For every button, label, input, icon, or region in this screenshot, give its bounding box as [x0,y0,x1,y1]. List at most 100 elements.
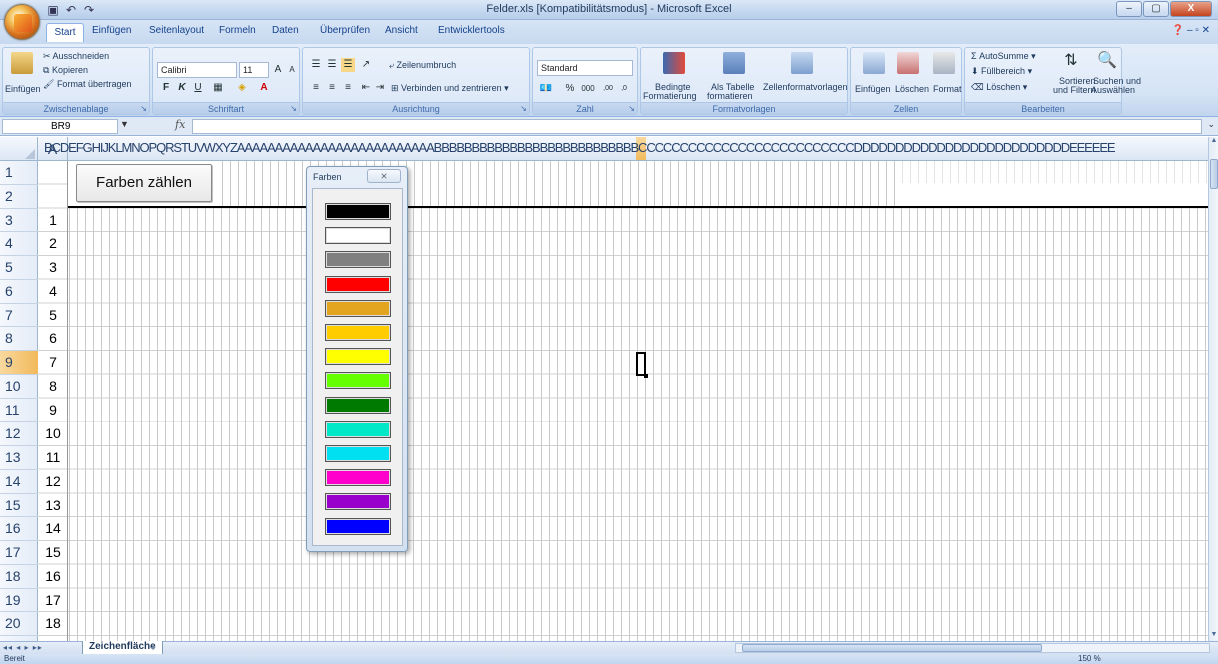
color-swatch-button[interactable] [325,299,391,317]
cell-a18[interactable]: 16 [38,565,68,589]
name-box[interactable]: BR9 [2,119,118,134]
row-header-10[interactable]: 10 [0,375,38,399]
format-painter-button[interactable]: 🖌 Format übertragen [43,79,131,90]
cell-a8[interactable]: 6 [38,327,68,351]
color-swatch-button[interactable] [325,348,391,366]
row-header-14[interactable]: 14 [0,470,38,494]
cell-a12[interactable]: 10 [38,422,68,446]
select-all-button[interactable] [0,137,38,160]
color-swatch-button[interactable] [325,469,391,487]
row-header-16[interactable]: 16 [0,517,38,541]
zoom-level[interactable]: 150 % [1078,654,1101,664]
autosum-button[interactable]: Σ AutoSumme ▾ [971,51,1036,62]
align-left-icon[interactable]: ≡ [309,81,323,95]
italic-button[interactable]: K [175,81,189,95]
row-header-20[interactable]: 20 [0,612,38,636]
clear-button[interactable]: ⌫ Löschen ▾ [971,82,1027,93]
paste-icon[interactable] [11,52,33,74]
font-launcher-icon[interactable]: ↘ [290,104,297,113]
office-button[interactable] [4,4,40,40]
tab-review[interactable]: Überprüfen [320,25,370,36]
insert-cells-icon[interactable] [863,52,885,74]
row-header-4[interactable]: 4 [0,232,38,256]
insert-cells-button[interactable]: Einfügen [855,84,891,94]
sheet-navigation-buttons[interactable]: ◂◂ ◂ ▸ ▸▸ [3,642,43,654]
copy-button[interactable]: ⧉ Kopieren [43,65,88,76]
format-cells-button[interactable]: Format [933,84,962,94]
delete-cells-icon[interactable] [897,52,919,74]
number-format-select[interactable]: Standard [537,60,633,76]
format-as-table-icon[interactable] [723,52,745,74]
tab-insert[interactable]: Einfügen [92,25,131,36]
row-header-8[interactable]: 8 [0,327,38,351]
insert-function-icon[interactable]: fx [175,118,185,131]
color-swatch-button[interactable] [325,493,391,511]
row-header-11[interactable]: 11 [0,399,38,423]
formula-input[interactable] [192,119,1202,134]
row-header-18[interactable]: 18 [0,565,38,589]
color-swatch-button[interactable] [325,227,391,245]
clipboard-launcher-icon[interactable]: ↘ [140,104,147,113]
cell-a10[interactable]: 8 [38,375,68,399]
cell-a3[interactable]: 1 [38,209,68,233]
color-swatch-button[interactable] [325,396,391,414]
font-size-select[interactable]: 11 [239,62,269,78]
row-header-17[interactable]: 17 [0,541,38,565]
tab-start[interactable]: Start [46,23,84,42]
color-swatch-button[interactable] [325,372,391,390]
scroll-up-icon[interactable]: ▲ [1209,137,1218,147]
paste-button[interactable]: Einfügen [5,84,41,94]
align-middle-icon[interactable]: ☰ [325,58,339,72]
color-swatch-button[interactable] [325,420,391,438]
percent-button[interactable]: % [563,82,577,96]
cell-a4[interactable]: 2 [38,232,68,256]
conditional-formatting-icon[interactable] [663,52,685,74]
bold-button[interactable]: F [159,81,173,95]
tab-data[interactable]: Daten [272,25,299,36]
close-button[interactable]: X [1170,1,1212,17]
vertical-scrollbar[interactable]: ▲ ▼ [1208,137,1218,641]
colors-userform[interactable]: Farben ⨯ [306,166,408,552]
fill-button[interactable]: ⬇ Füllbereich ▾ [971,66,1032,77]
horizontal-scrollbar[interactable] [735,643,1210,653]
find-select-icon[interactable]: 🔍 [1097,53,1117,74]
cell-a5[interactable]: 3 [38,256,68,280]
insert-sheet-icon[interactable]: ✦ [142,642,164,654]
color-swatch-button[interactable] [325,251,391,269]
grow-font-icon[interactable]: A [271,63,285,77]
sort-filter-icon[interactable]: ⇅ [1061,53,1081,74]
horizontal-scroll-thumb[interactable] [742,644,1042,652]
thousands-button[interactable]: 000 [579,82,597,96]
cell-a15[interactable]: 13 [38,494,68,518]
name-box-dropdown-icon[interactable]: ▼ [120,119,129,129]
cell-a9[interactable]: 7 [38,351,68,375]
userform-close-button[interactable]: ⨯ [367,169,401,183]
currency-icon[interactable]: 💶 [539,82,553,96]
cell-a11[interactable]: 9 [38,399,68,423]
cell-a6[interactable]: 4 [38,280,68,304]
align-right-icon[interactable]: ≡ [341,81,355,95]
fill-color-icon[interactable]: ◈ [235,81,249,95]
align-center-icon[interactable]: ≡ [325,81,339,95]
row-header-9[interactable]: 9 [0,351,38,375]
align-top-icon[interactable]: ☰ [309,58,323,72]
cell-a17[interactable]: 15 [38,541,68,565]
font-name-select[interactable]: Calibri [157,62,237,78]
color-swatch-button[interactable] [325,324,391,341]
maximize-button[interactable]: ▢ [1143,1,1169,17]
decrease-decimal-icon[interactable]: ,0 [617,82,631,96]
wrap-text-button[interactable]: ⤶ Zeilenumbruch [389,60,456,71]
color-swatch-button[interactable] [325,517,391,535]
increase-decimal-icon[interactable]: ,00 [601,82,615,96]
borders-icon[interactable]: ▦ [211,81,225,95]
format-cells-icon[interactable] [933,52,955,74]
tab-page-layout[interactable]: Seitenlayout [149,25,204,36]
cell-styles-button[interactable]: Zellenformatvorlagen [763,82,848,92]
scroll-down-icon[interactable]: ▼ [1209,631,1218,641]
cell-grid[interactable] [38,161,1208,641]
cell-a14[interactable]: 12 [38,470,68,494]
row-header-1[interactable]: 1 [0,161,38,185]
row-header-19[interactable]: 19 [0,589,38,613]
color-swatch-button[interactable] [325,275,391,293]
alignment-launcher-icon[interactable]: ↘ [520,104,527,113]
